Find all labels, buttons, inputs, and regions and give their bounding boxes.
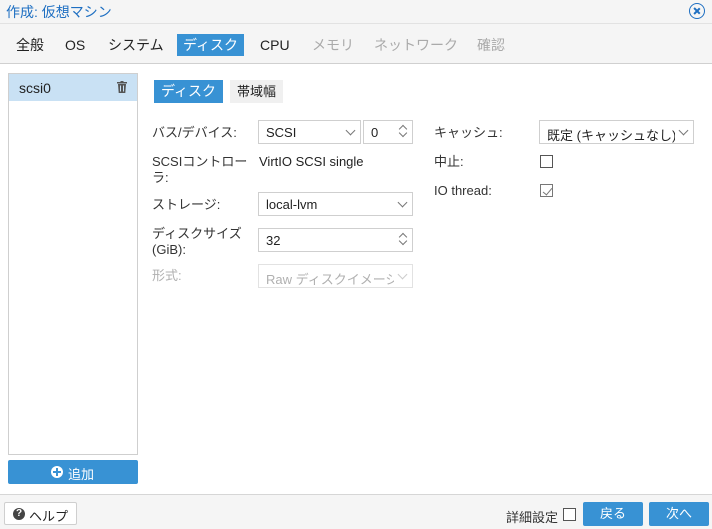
storage-value: local-lvm [266,197,318,212]
discard-label: 中止: [434,154,464,169]
wizard-tabs: 全般 OS システム ディスク CPU メモリ ネットワーク 確認 [0,24,712,64]
storage-label: ストレージ: [152,197,221,212]
format-label: 形式: [152,268,182,283]
advanced-label: 詳細設定 [506,510,559,525]
tab-confirm: 確認 [477,37,505,53]
subtab-bandwidth[interactable]: 帯域幅 [230,80,284,103]
disk-size-label: ディスクサイズ (GiB): [152,226,242,257]
bus-value: SCSI [266,125,297,140]
plus-circle-icon [51,466,63,478]
cache-select[interactable]: 既定 (キャッシュなし) [539,120,694,144]
tab-os[interactable]: OS [59,34,91,56]
tab-system[interactable]: システム [102,34,170,56]
cache-label: キャッシュ: [434,125,503,140]
chevron-down-icon [397,269,408,280]
scsi-controller-value: VirtIO SCSI single [259,154,364,169]
next-button[interactable]: 次へ [649,502,709,526]
help-label: ヘルプ [29,509,69,524]
footer-bar: ? ヘルプ 詳細設定 戻る 次へ [0,494,712,529]
disk-size-stepper[interactable]: 32 [258,228,413,252]
tab-general[interactable]: 全般 [10,34,50,56]
question-icon: ? [13,508,25,520]
device-value: 0 [371,125,379,140]
trash-icon[interactable] [117,81,127,93]
device-number-stepper[interactable]: 0 [363,120,413,144]
disk-item-label: scsi0 [19,80,51,96]
close-icon[interactable] [689,3,705,19]
storage-select[interactable]: local-lvm [258,192,413,216]
chevron-down-icon [345,125,356,136]
window-title: 作成: 仮想マシン [6,4,112,20]
bus-select[interactable]: SCSI [258,120,361,144]
tab-disk[interactable]: ディスク [177,34,245,56]
back-button[interactable]: 戻る [583,502,643,526]
io-thread-label: IO thread: [434,183,492,198]
add-disk-button[interactable]: 追加 [8,460,138,484]
bus-device-label: バス/デバイス: [152,125,237,140]
format-select: Raw ディスクイメージ [258,264,413,288]
tab-memory: メモリ [312,37,354,53]
chevron-down-icon [397,197,408,208]
cache-value: 既定 (キャッシュなし) [547,128,675,143]
help-button[interactable]: ? ヘルプ [4,502,77,525]
disk-list: scsi0 [8,73,138,455]
tab-cpu[interactable]: CPU [254,34,296,56]
spinner-icon[interactable] [398,123,408,141]
subtab-disk[interactable]: ディスク [154,80,224,103]
disk-list-item[interactable]: scsi0 [9,74,137,101]
spinner-icon[interactable] [398,231,408,249]
scsi-controller-label: SCSIコントロー ラ: [152,154,248,185]
discard-checkbox[interactable] [540,155,553,168]
format-value: Raw ディスクイメージ [266,272,394,287]
io-thread-checkbox[interactable] [540,184,553,197]
advanced-checkbox[interactable] [563,508,576,521]
title-bar: 作成: 仮想マシン [0,0,712,24]
add-label: 追加 [68,467,95,482]
tab-network: ネットワーク [374,37,458,53]
chevron-down-icon [678,125,689,136]
disk-size-value: 32 [266,233,281,248]
